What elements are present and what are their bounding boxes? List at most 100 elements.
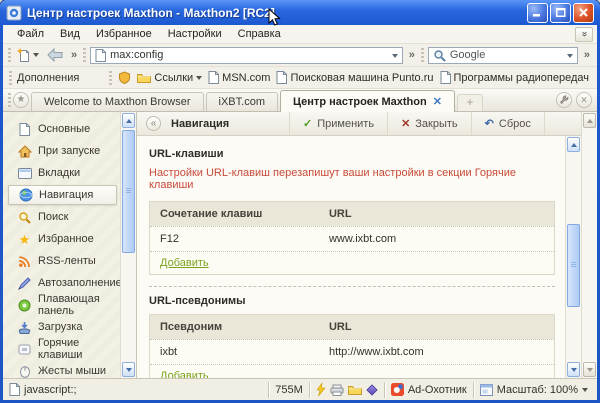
toolbar-grip[interactable] [109,70,113,85]
page-scrollbar[interactable] [581,112,597,378]
toolbar-grip[interactable] [8,48,11,62]
scroll-up-button[interactable] [567,137,580,152]
panel-title: Навигация [171,117,230,130]
sidebar-item-floating-panel[interactable]: Плавающая панель [8,293,117,317]
close-panel-button[interactable]: ✕ Закрыть [387,112,471,135]
toolbar-overflow-chevron[interactable]: » [582,49,592,61]
sidebar-item-autofill[interactable]: Автозаполнение [8,273,122,293]
toolbar-overflow-chevron[interactable]: » [407,49,417,61]
maximize-button[interactable] [550,2,571,23]
lightning-icon[interactable] [316,383,326,396]
bookmark-punto[interactable]: Поисковая машина Punto.ru [276,71,434,84]
menu-file[interactable]: Файл [9,26,52,42]
rss-icon [17,254,32,269]
scrollbar-track[interactable] [583,129,596,361]
toolbar-grip[interactable] [9,70,12,85]
menu-favorites[interactable]: Избранное [88,26,160,42]
tab-ixbt[interactable]: iXBT.com [205,92,278,111]
bookmark-label: Поисковая машина Punto.ru [290,71,434,84]
close-button[interactable] [573,2,594,23]
settings-sections: URL-клавиши Настройки URL-клавиш перезап… [137,136,565,378]
sidebar-item-navigation[interactable]: Навигация [8,185,117,205]
sidebar-item-download[interactable]: Загрузка [8,317,117,337]
printer-icon[interactable] [330,384,344,396]
toolbar-grip[interactable] [8,93,11,107]
addons-label[interactable]: Дополнения [17,72,79,84]
search-dropdown-icon[interactable] [566,53,573,61]
menu-overflow-button[interactable]: » [575,26,593,42]
tab-close-icon[interactable]: ✕ [433,95,442,108]
zoom-control[interactable]: Масштаб: 100% [472,381,594,398]
sidebar-scrollbar[interactable] [120,112,136,378]
links-folder-button[interactable]: Ссылки [137,72,203,84]
title-bar[interactable]: Центр настроек Maxthon - Maxthon2 [RC2] [3,0,597,25]
sidebar-item-search[interactable]: Поиск [8,207,117,227]
chevron-down-icon [33,53,39,60]
sidebar-item-rss[interactable]: RSS-ленты [8,251,117,271]
new-tab-ghost-button[interactable]: + [456,94,483,111]
menu-help[interactable]: Справка [230,26,289,42]
settings-sidebar: Основные При запуске Вкладки Навигация П… [3,112,122,378]
ad-hunter-icon [390,383,404,396]
reset-button[interactable]: ↶ Сброс [470,112,545,135]
page-icon [9,383,20,396]
download-icon [17,320,32,335]
scroll-down-button[interactable] [122,362,135,377]
add-url-key-link[interactable]: Добавить [160,257,209,269]
favorites-tab-button[interactable]: ★ [13,92,29,108]
menu-settings[interactable]: Настройки [160,26,230,42]
search-box[interactable]: Google [427,46,578,64]
star-icon: ★ [18,231,31,247]
scroll-down-button[interactable] [567,362,580,377]
ad-hunter-indicator[interactable]: Ad-Охотник [383,381,473,398]
panel-header: « Навигация ✓ Применить ✕ Закрыть ↶ Сбро… [137,112,581,136]
new-tab-button[interactable] [15,47,41,64]
tab-settings-center[interactable]: Центр настроек Maxthon ✕ [280,90,455,112]
status-bar: javascript:; 755M Ad-Охотник Масштаб: 10… [3,378,597,400]
toolbar-overflow-chevron[interactable]: » [69,49,79,61]
minimize-button[interactable] [527,2,548,23]
chevrons-left-icon: « [150,117,157,129]
window-controls [527,2,594,23]
toolbar-grip[interactable] [420,48,424,62]
bookmark-radio[interactable]: Программы радиопередач [440,71,589,84]
chevron-down-icon [582,387,588,395]
folder-icon[interactable] [347,384,362,395]
tab-welcome[interactable]: Welcome to Maxthon Browser [31,92,204,111]
plugin-diamond-icon[interactable] [366,383,378,396]
sidebar-item-general[interactable]: Основные [8,119,117,139]
toolbar-grip[interactable] [83,48,87,62]
apply-button[interactable]: ✓ Применить [289,112,387,135]
triangle-down-icon [125,367,132,375]
scroll-down-button[interactable] [583,362,596,377]
sidebar-item-tabs[interactable]: Вкладки [8,163,117,183]
add-url-alias-link[interactable]: Добавить [160,370,209,378]
table-header-row: Псевдоним URL [150,315,554,339]
triangle-up-icon [586,116,593,123]
url-keys-table: Сочетание клавиш URL F12 www.ixbt.com До… [149,201,555,275]
scroll-up-button[interactable] [583,113,596,128]
sidebar-item-favorites[interactable]: ★ Избранное [8,229,117,249]
triangle-down-icon [586,367,593,375]
bookmark-msn[interactable]: MSN.com [208,71,270,84]
tab-close-all-button[interactable]: ✕ [576,92,592,108]
scrollbar-thumb[interactable] [567,223,580,307]
collapse-sidebar-button[interactable]: « [146,116,161,131]
scrollbar-track[interactable] [122,129,135,361]
scrollbar-track[interactable] [567,153,580,361]
sidebar-item-hotkeys[interactable]: Горячие клавиши [8,337,117,361]
content-scrollbar[interactable] [565,136,581,378]
table-row[interactable]: F12 www.ixbt.com [150,226,554,251]
address-dropdown-icon[interactable] [391,53,398,61]
shield-icon[interactable] [118,71,131,84]
table-row[interactable]: ixbt http://www.ixbt.com [150,339,554,364]
scroll-up-button[interactable] [122,113,135,128]
back-button[interactable] [45,47,65,63]
tab-tools-button[interactable] [556,92,572,108]
client-area: Файл Вид Избранное Настройки Справка » »… [3,25,597,400]
menu-view[interactable]: Вид [52,26,88,42]
sidebar-item-label: Плавающая панель [38,293,100,317]
scrollbar-thumb[interactable] [122,130,135,253]
sidebar-item-startup[interactable]: При запуске [8,141,117,161]
address-bar[interactable]: max:config [90,46,403,64]
